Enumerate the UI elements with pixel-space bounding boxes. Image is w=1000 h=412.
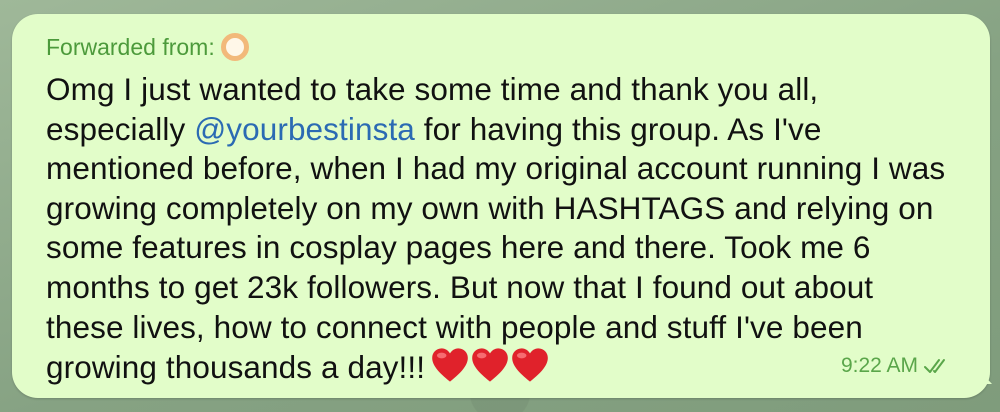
message-bubble[interactable]: Forwarded from: Omg I just wanted to tak…: [12, 14, 992, 398]
forwarded-source-avatar[interactable]: [220, 33, 249, 61]
message-text: Omg I just wanted to take some time and …: [46, 70, 966, 388]
double-check-icon: [924, 359, 945, 373]
mention-link[interactable]: @yourbestinsta: [194, 111, 415, 147]
heart-emoji-icon: [472, 348, 508, 382]
message-time: 9:22 AM: [840, 354, 918, 377]
message-text-fragment: for having this group. As I've: [423, 110, 822, 147]
message-meta: 9:22 AM: [841, 354, 950, 378]
message-text-fragment: especially: [46, 110, 186, 147]
message-line: especially @yourbestinsta for having thi…: [46, 110, 966, 150]
message-line: mentioned before, when I had my original…: [46, 150, 946, 187]
message-text-fragment: growing thousands a day!!!: [46, 349, 426, 386]
forwarded-header[interactable]: Forwarded from:: [46, 33, 249, 61]
message-line: growing thousands a day!!!: [46, 347, 966, 388]
message-line: Omg I just wanted to take some time and …: [46, 71, 819, 107]
bubble-tail: [968, 358, 992, 384]
emoji-group: [431, 347, 549, 383]
message-line: these lives, how to connect with people …: [46, 308, 863, 345]
heart-emoji-icon: [432, 348, 468, 382]
forwarded-label: Forwarded from:: [46, 33, 215, 60]
message-line: months to get 23k followers. But now tha…: [46, 268, 874, 305]
message-line: some features in cosplay pages here and …: [46, 229, 871, 266]
message-line: growing completely on my own with HASHTA…: [46, 189, 934, 226]
heart-emoji-icon: [512, 348, 548, 382]
